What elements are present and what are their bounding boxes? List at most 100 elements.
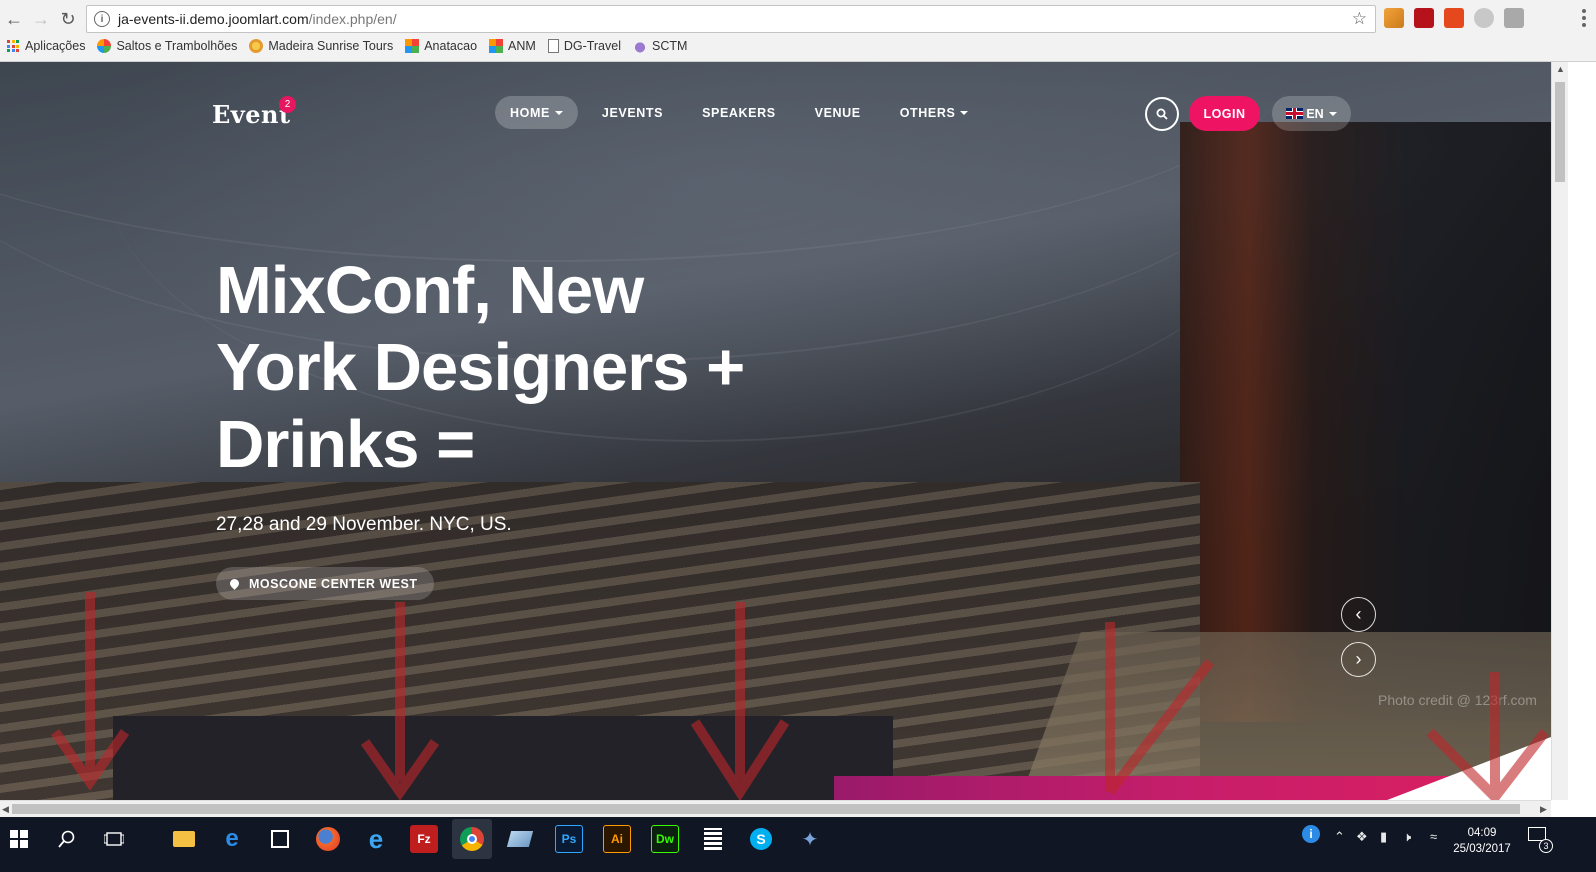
red-arrow-icon [360, 602, 440, 800]
chevron-up-icon[interactable]: ⌃ [1334, 829, 1345, 845]
internet-explorer-icon[interactable]: e [362, 824, 390, 854]
edge-icon[interactable]: e [218, 825, 246, 853]
bookmark-saltos[interactable]: Saltos e Trambolhões [97, 39, 237, 53]
system-clock[interactable]: 04:09 25/03/2017 [1452, 825, 1512, 857]
apps-grid-icon [7, 40, 19, 52]
screen-extension-icon[interactable] [1504, 8, 1524, 28]
menu-item-label: JEVENTS [601, 105, 664, 120]
back-button[interactable]: ← [2, 7, 26, 31]
dropbox-icon[interactable]: ❖ [1356, 829, 1368, 845]
venue-label: MOSCONE CENTER WEST [249, 576, 418, 591]
task-view-icon[interactable] [100, 825, 128, 853]
filezilla-label: Fz [417, 832, 431, 846]
hero-title: MixConf, New York Designers + Drinks = [216, 253, 745, 482]
chevron-right-icon: › [1355, 649, 1362, 669]
bookmarks-bar: Aplicações Saltos e Trambolhões Madeira … [0, 36, 692, 56]
login-button[interactable]: LOGIN [1189, 96, 1260, 131]
joomla-icon [405, 39, 420, 53]
bookmark-label: Saltos e Trambolhões [116, 39, 238, 53]
file-explorer-icon[interactable] [170, 825, 198, 853]
forward-button[interactable]: → [29, 7, 53, 31]
joomla-icon [97, 39, 112, 53]
scroll-up-icon[interactable]: ▲ [1556, 64, 1565, 74]
joomla-icon [489, 39, 504, 53]
venue-link[interactable]: MOSCONE CENTER WEST [216, 567, 434, 600]
site-search-button[interactable] [1145, 97, 1179, 131]
address-bar[interactable]: i ja-events-ii.demo.joomlart.com/index.p… [86, 5, 1376, 33]
menu-item-label: VENUE [814, 105, 861, 120]
notepad-icon[interactable] [506, 825, 534, 853]
scroll-right-icon[interactable]: ▶ [1540, 804, 1547, 815]
menu-item-venue[interactable]: VENUE [800, 96, 876, 129]
chevron-down-icon [1328, 111, 1337, 116]
battery-icon[interactable]: ▮ [1380, 829, 1387, 845]
slider-prev-button[interactable]: ‹ [1341, 597, 1376, 632]
hero-subtitle: 27,28 and 29 November. NYC, US. [216, 514, 512, 535]
red-arrow-icon [1426, 672, 1549, 800]
uk-flag-icon [1286, 108, 1304, 119]
paint-icon[interactable]: ✦ [796, 825, 824, 853]
bookmark-star-icon[interactable]: ☆ [1352, 9, 1367, 29]
browser-menu-icon[interactable] [1578, 8, 1590, 28]
horizontal-scrollbar[interactable]: ◀ ▶ [0, 800, 1551, 817]
bookmark-label: ANM [508, 39, 536, 53]
bookmark-label: SCTM [652, 39, 688, 53]
bookmark-madeira[interactable]: Madeira Sunrise Tours [249, 39, 393, 53]
site-info-icon[interactable]: i [94, 11, 110, 27]
red-arrow-icon [690, 602, 790, 800]
calculator-icon[interactable] [699, 825, 727, 853]
windows-taskbar: e e Fz Ps Ai Dw S ✦ i ⌃ ❖ ▮ 🕨 ≈ 04:09 25… [0, 817, 1596, 872]
url-path: /index.php/en/ [308, 11, 397, 27]
photoshop-label: Ps [561, 832, 577, 846]
language-label: EN [1306, 106, 1324, 121]
photoshop-icon[interactable]: Ps [555, 825, 583, 853]
chrome-icon[interactable] [452, 819, 492, 859]
url-host: ja-events-ii.demo.joomlart.com [118, 11, 309, 27]
firefox-icon[interactable] [314, 825, 342, 853]
vertical-scroll-thumb[interactable] [1555, 82, 1565, 182]
slider-next-button[interactable]: › [1341, 642, 1376, 677]
skype-icon[interactable]: S [747, 825, 775, 853]
menu-item-label: HOME [510, 105, 550, 120]
sun-icon [249, 39, 264, 53]
illustrator-icon[interactable]: Ai [603, 825, 631, 853]
map-pin-icon [228, 577, 241, 590]
menu-item-label: SPEAKERS [702, 105, 776, 120]
menu-item-jevents[interactable]: JEVENTS [587, 96, 678, 129]
skype-extension-icon[interactable] [1474, 8, 1494, 28]
search-icon[interactable] [53, 825, 81, 853]
filezilla-icon[interactable]: Fz [410, 825, 438, 853]
bookmark-dg-travel[interactable]: DG-Travel [547, 39, 621, 53]
office-extension-icon[interactable] [1444, 8, 1464, 28]
menu-item-others[interactable]: OTHERS [885, 96, 984, 129]
bookmark-anm[interactable]: ANM [489, 39, 536, 53]
bookmark-apps[interactable]: Aplicações [7, 39, 85, 53]
notification-badge: 3 [1539, 839, 1553, 853]
logo-badge: 2 [279, 96, 296, 113]
page-icon [547, 39, 559, 53]
reload-button[interactable]: ↻ [56, 7, 80, 31]
dreamweaver-icon[interactable]: Dw [651, 825, 679, 853]
bookmark-sctm[interactable]: SCTM [633, 39, 687, 53]
pdf-extension-icon[interactable] [1414, 8, 1434, 28]
volume-icon[interactable]: 🕨 [1403, 829, 1411, 845]
horizontal-scroll-thumb[interactable] [12, 804, 1520, 814]
scroll-left-icon[interactable]: ◀ [2, 804, 9, 815]
network-icon[interactable]: ≈ [1430, 829, 1437, 844]
bookmark-label: Madeira Sunrise Tours [268, 39, 394, 53]
windows-start-icon[interactable] [5, 825, 33, 853]
bookmark-anatacao[interactable]: Anatacao [405, 39, 477, 53]
menu-item-home[interactable]: HOME [495, 96, 578, 129]
url-text[interactable]: ja-events-ii.demo.joomlart.com/index.php… [118, 11, 397, 27]
chevron-down-icon [960, 110, 969, 115]
dreamweaver-label: Dw [656, 832, 674, 846]
info-tray-icon[interactable]: i [1302, 825, 1320, 843]
language-selector[interactable]: EN [1272, 96, 1351, 131]
extension-key-icon[interactable] [1384, 8, 1404, 28]
bookmark-label: DG-Travel [563, 39, 621, 53]
vertical-scrollbar[interactable]: ▲ [1551, 62, 1568, 800]
bookmark-label: Aplicações [25, 39, 86, 53]
menu-item-speakers[interactable]: SPEAKERS [687, 96, 791, 129]
red-arrow-icon [1105, 622, 1214, 796]
store-icon[interactable] [266, 825, 294, 853]
